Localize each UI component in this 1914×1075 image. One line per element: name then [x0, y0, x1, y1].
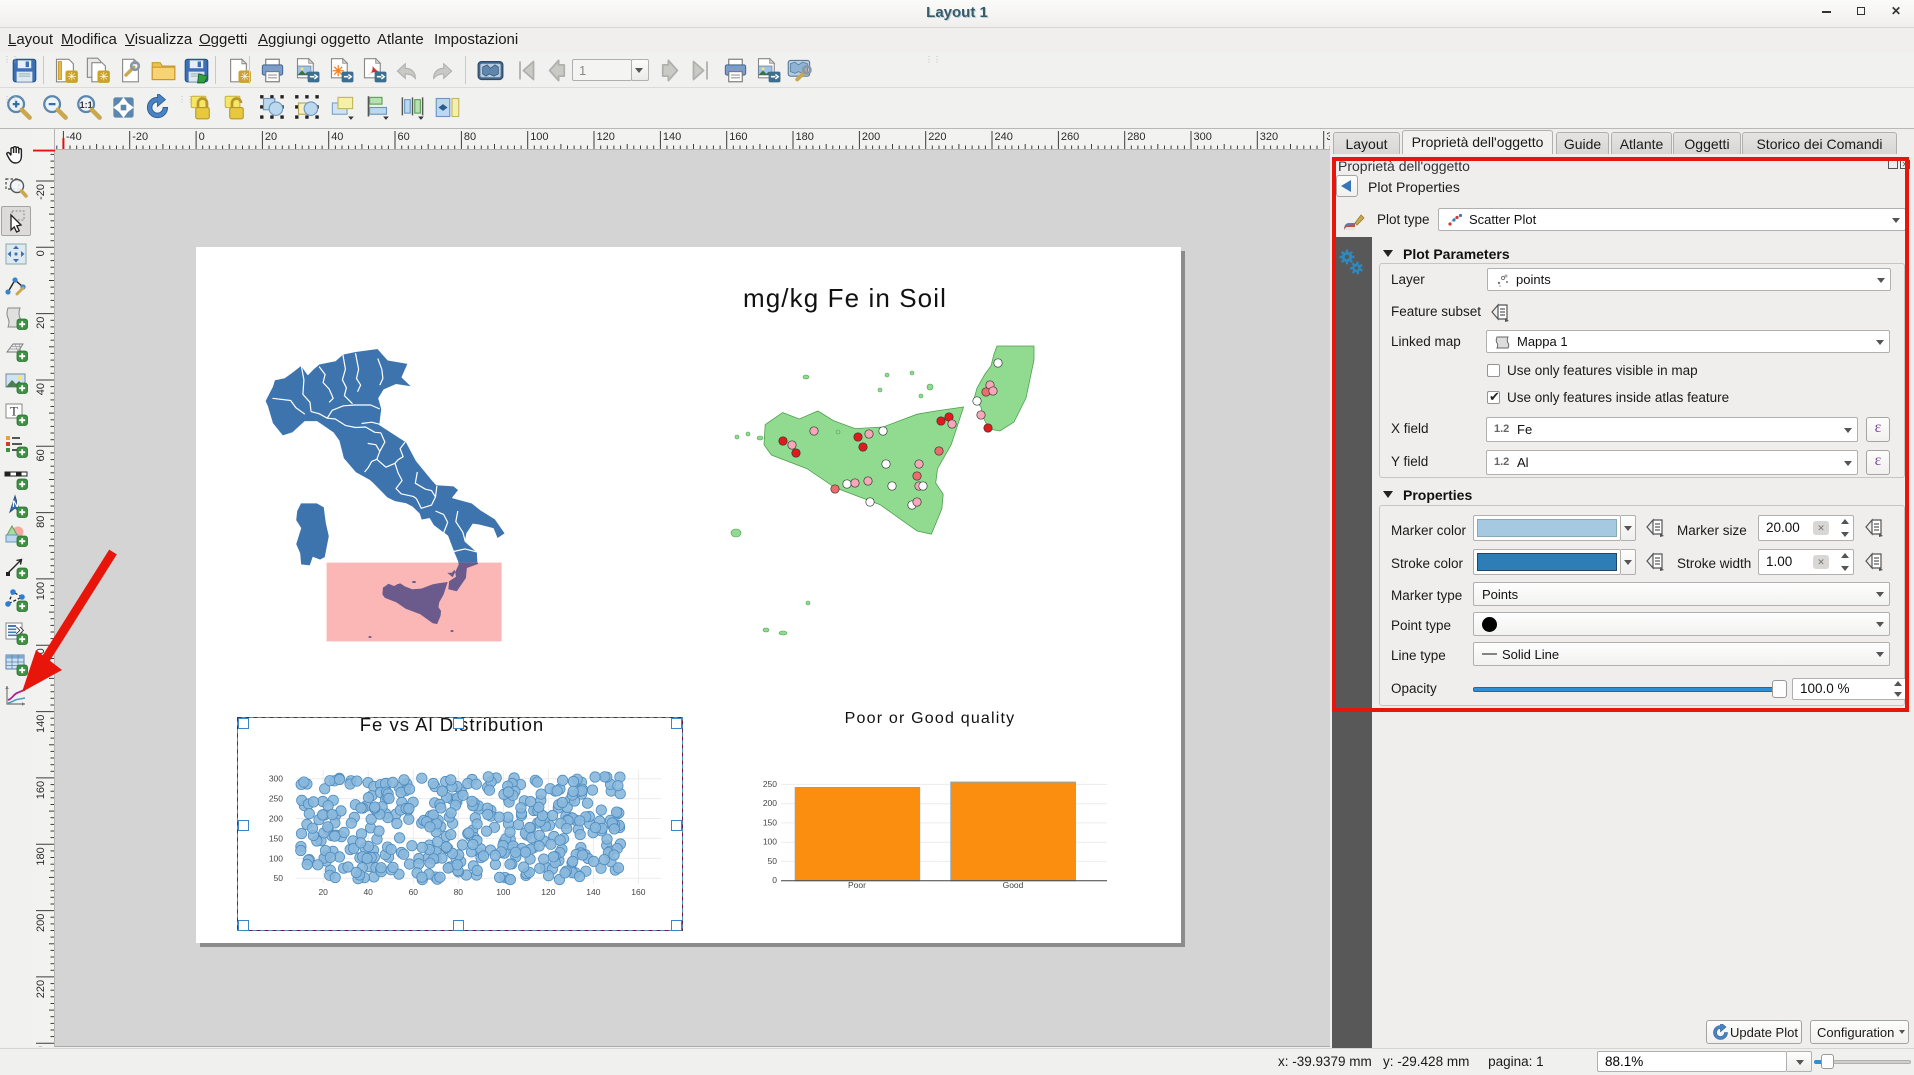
- svg-text:40: 40: [331, 131, 343, 143]
- svg-text:260: 260: [1061, 131, 1079, 143]
- svg-text:0: 0: [199, 131, 205, 143]
- svg-text:200: 200: [862, 131, 880, 143]
- svg-text:180: 180: [35, 847, 47, 865]
- svg-text:160: 160: [729, 131, 747, 143]
- svg-text:-20: -20: [132, 131, 148, 143]
- svg-text:60: 60: [35, 449, 47, 461]
- svg-text:60: 60: [398, 131, 410, 143]
- svg-text:140: 140: [35, 715, 47, 733]
- svg-text:280: 280: [1127, 131, 1145, 143]
- svg-text:240: 240: [995, 131, 1013, 143]
- svg-text:300: 300: [1194, 131, 1212, 143]
- svg-text:40: 40: [35, 383, 47, 395]
- svg-text:20: 20: [35, 317, 47, 329]
- svg-text:80: 80: [35, 516, 47, 528]
- svg-text:240: 240: [35, 1046, 47, 1047]
- svg-text:-20: -20: [35, 184, 47, 200]
- svg-text:20: 20: [265, 131, 277, 143]
- svg-text:140: 140: [663, 131, 681, 143]
- svg-text:120: 120: [35, 648, 47, 666]
- svg-text:✳: ✳: [99, 72, 108, 84]
- svg-text:80: 80: [464, 131, 476, 143]
- svg-text:200: 200: [35, 914, 47, 932]
- svg-text:120: 120: [597, 131, 615, 143]
- svg-text:220: 220: [928, 131, 946, 143]
- svg-text:100: 100: [530, 131, 548, 143]
- svg-text:✳: ✳: [240, 72, 249, 84]
- svg-text:320: 320: [1260, 131, 1278, 143]
- svg-text:-40: -40: [66, 131, 82, 143]
- svg-text:✳: ✳: [67, 72, 76, 84]
- svg-text:160: 160: [35, 781, 47, 799]
- svg-text:180: 180: [796, 131, 814, 143]
- svg-text:220: 220: [35, 980, 47, 998]
- svg-text:0: 0: [35, 250, 47, 256]
- svg-text:100: 100: [35, 582, 47, 600]
